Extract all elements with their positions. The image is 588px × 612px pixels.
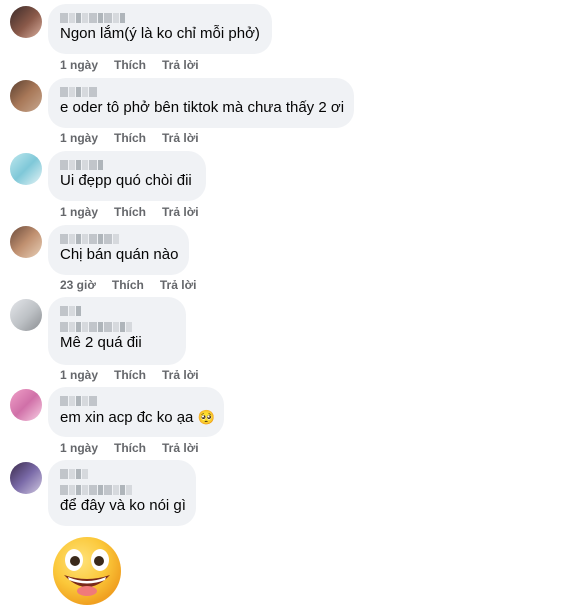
author-name-blurred[interactable] [60, 468, 184, 480]
comment-actions: 23 giờ Thích Trả lời [60, 278, 196, 292]
comment-actions: 1 ngày Thích Trả lời [60, 58, 199, 72]
author-name-blurred[interactable] [60, 233, 177, 245]
comment-text: để đây và ko nói gì [60, 497, 186, 514]
like-button[interactable]: Thích [114, 131, 146, 145]
avatar[interactable] [10, 80, 42, 112]
avatar[interactable] [10, 462, 42, 494]
avatar[interactable] [10, 226, 42, 258]
author-name-blurred[interactable] [60, 395, 212, 407]
avatar[interactable] [10, 299, 42, 331]
comment-bubble: Ui đẹpp quó chòi đii [48, 151, 206, 201]
reply-button[interactable]: Trả lời [160, 278, 197, 292]
comment-bubble: Mê 2 quá đii [48, 297, 186, 365]
author-name-blurred[interactable] [60, 159, 194, 171]
reply-button[interactable]: Trả lời [162, 441, 199, 455]
comment-text: Ngon lắm(ý là ko chỉ mỗi phở) [60, 25, 260, 42]
timestamp[interactable]: 1 ngày [60, 131, 98, 145]
author-name-blurred[interactable] [60, 86, 342, 98]
avatar[interactable] [10, 153, 42, 185]
timestamp[interactable]: 1 ngày [60, 441, 98, 455]
comment-text: Chị bán quán nào [60, 246, 179, 263]
comment-text-content: em xin acp đc ko ạa [60, 409, 194, 426]
timestamp[interactable]: 23 giờ [60, 278, 96, 292]
reply-button[interactable]: Trả lời [162, 368, 199, 382]
author-name-blurred [60, 321, 174, 333]
comment-actions: 1 ngày Thích Trả lời [60, 205, 199, 219]
reply-button[interactable]: Trả lời [162, 131, 199, 145]
like-button[interactable]: Thích [114, 441, 146, 455]
comment-bubble: để đây và ko nói gì [48, 460, 196, 526]
comment-bubble: Ngon lắm(ý là ko chỉ mỗi phở) [48, 4, 272, 54]
comment-actions: 1 ngày Thích Trả lời [60, 368, 199, 382]
author-name-blurred[interactable] [60, 12, 260, 24]
like-button[interactable]: Thích [114, 58, 146, 72]
pleading-face-icon: 🥺 [197, 409, 216, 425]
comment-text: Ui đẹpp quó chòi đii [60, 172, 192, 189]
like-button[interactable]: Thích [112, 278, 144, 292]
comment-text: em xin acp đc ko ạa 🥺 [60, 407, 216, 428]
comment-text: Mê 2 quá đii [60, 334, 142, 351]
comment-actions: 1 ngày Thích Trả lời [60, 441, 199, 455]
like-button[interactable]: Thích [114, 205, 146, 219]
comment-actions: 1 ngày Thích Trả lời [60, 131, 199, 145]
author-name-blurred[interactable] [60, 305, 174, 317]
timestamp[interactable]: 1 ngày [60, 205, 98, 219]
reply-button[interactable]: Trả lời [162, 205, 199, 219]
comment-text: e oder tô phở bên tiktok mà chưa thấy 2 … [60, 99, 345, 116]
timestamp[interactable]: 1 ngày [60, 58, 98, 72]
comment-bubble: e oder tô phở bên tiktok mà chưa thấy 2 … [48, 78, 354, 128]
comment-bubble: Chị bán quán nào [48, 225, 189, 275]
like-button[interactable]: Thích [114, 368, 146, 382]
timestamp[interactable]: 1 ngày [60, 368, 98, 382]
comment-bubble: em xin acp đc ko ạa 🥺 [48, 387, 224, 437]
author-name-blurred [60, 484, 184, 496]
reply-button[interactable]: Trả lời [162, 58, 199, 72]
grinning-face-icon[interactable] [50, 535, 124, 607]
avatar[interactable] [10, 6, 42, 38]
avatar[interactable] [10, 389, 42, 421]
